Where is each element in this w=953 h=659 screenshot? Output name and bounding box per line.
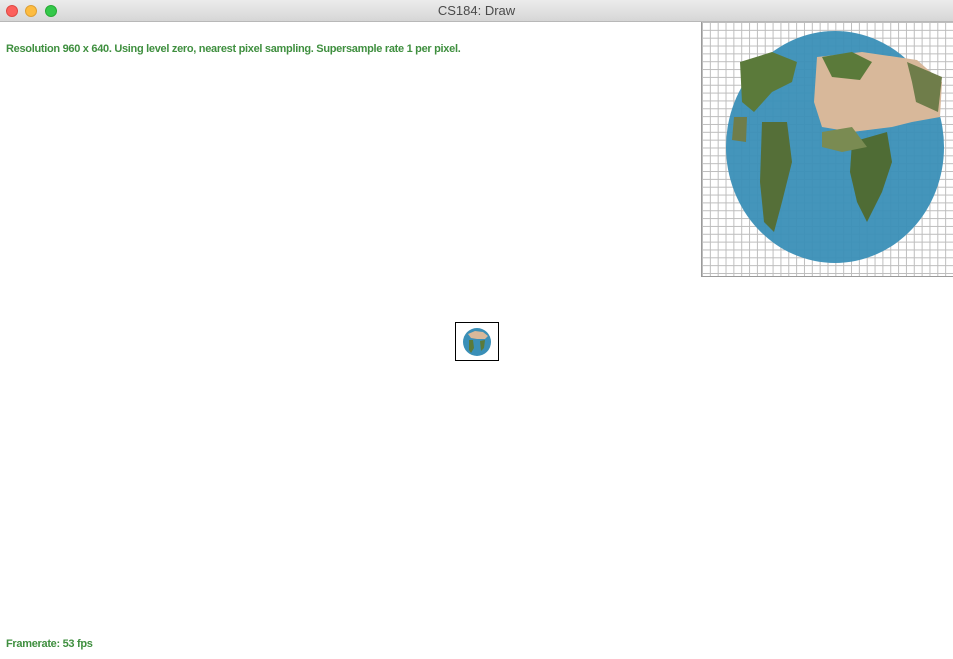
draw-canvas[interactable]: Resolution 960 x 640. Using level zero, …: [0, 22, 953, 659]
window-title: CS184: Draw: [437, 3, 516, 18]
pixel-zoom-inspector: [701, 22, 953, 277]
zoomed-earth-texture: [726, 31, 944, 263]
rendered-texture-preview[interactable]: [455, 322, 499, 361]
earth-thumbnail: [463, 328, 491, 356]
render-info-text: Resolution 960 x 640. Using level zero, …: [6, 43, 461, 55]
window-titlebar: CS184: Draw: [0, 0, 953, 22]
framerate-text: Framerate: 53 fps: [6, 638, 93, 650]
